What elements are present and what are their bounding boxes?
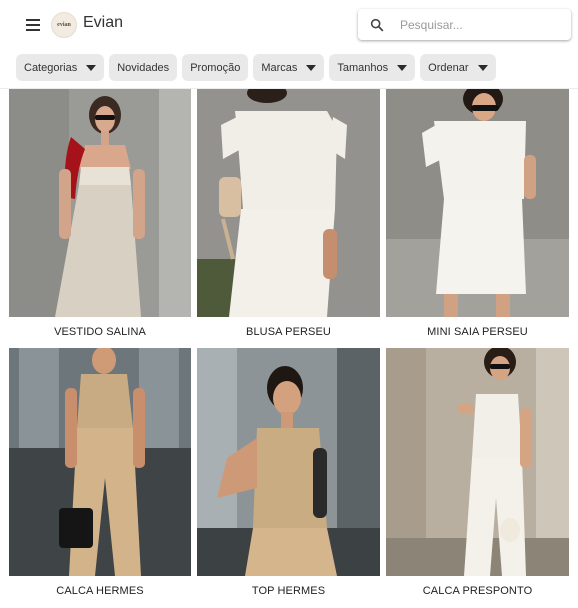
- brand-name[interactable]: Evian: [83, 14, 123, 32]
- search-input[interactable]: [398, 16, 562, 33]
- filter-promocao[interactable]: Promoção: [182, 54, 249, 81]
- top-app-bar: evian Evian: [0, 0, 578, 50]
- brand-logo[interactable]: evian: [51, 12, 77, 38]
- caret-down-icon: [86, 64, 97, 71]
- product-image[interactable]: [197, 348, 380, 576]
- product-card[interactable]: CALCA PRESPONTO: [386, 348, 569, 606]
- product-name[interactable]: BLUSA PERSEU: [197, 326, 380, 338]
- product-name[interactable]: TOP HERMES: [197, 585, 380, 597]
- filter-categorias[interactable]: Categorias: [16, 54, 105, 81]
- filter-label: Categorias: [24, 61, 78, 74]
- product-card[interactable]: TOP HERMES: [197, 348, 380, 606]
- filter-marcas[interactable]: Marcas: [253, 54, 325, 81]
- search-icon[interactable]: [369, 17, 385, 33]
- product-image[interactable]: [386, 348, 569, 576]
- product-image[interactable]: [9, 348, 191, 576]
- product-name[interactable]: CALCA HERMES: [9, 585, 191, 597]
- product-name[interactable]: MINI SAIA PERSEU: [386, 326, 569, 338]
- filter-novidades[interactable]: Novidades: [109, 54, 178, 81]
- filter-label: Ordenar: [428, 61, 469, 74]
- filter-label: Novidades: [117, 61, 170, 74]
- product-image[interactable]: [197, 89, 380, 317]
- product-card[interactable]: MINI SAIA PERSEU: [386, 89, 569, 347]
- hamburger-menu-icon[interactable]: [22, 14, 44, 36]
- product-image[interactable]: [386, 89, 569, 317]
- product-image[interactable]: [9, 89, 191, 317]
- caret-down-icon: [477, 64, 488, 71]
- product-card[interactable]: BLUSA PERSEU: [197, 89, 380, 347]
- product-name[interactable]: VESTIDO SALINA: [9, 326, 191, 338]
- caret-down-icon: [306, 64, 317, 71]
- filter-label: Promoção: [190, 61, 241, 74]
- filter-label: Tamanhos: [337, 61, 389, 74]
- product-card[interactable]: CALCA HERMES: [9, 348, 191, 606]
- filter-ordenar[interactable]: Ordenar: [420, 54, 496, 81]
- filter-bar: Categorias Novidades Promoção Marcas Tam…: [16, 54, 496, 81]
- filter-tamanhos[interactable]: Tamanhos: [329, 54, 416, 81]
- product-card[interactable]: VESTIDO SALINA: [9, 89, 191, 347]
- product-name[interactable]: CALCA PRESPONTO: [386, 585, 569, 597]
- filter-label: Marcas: [261, 61, 298, 74]
- caret-down-icon: [397, 64, 408, 71]
- search-box[interactable]: [358, 9, 571, 40]
